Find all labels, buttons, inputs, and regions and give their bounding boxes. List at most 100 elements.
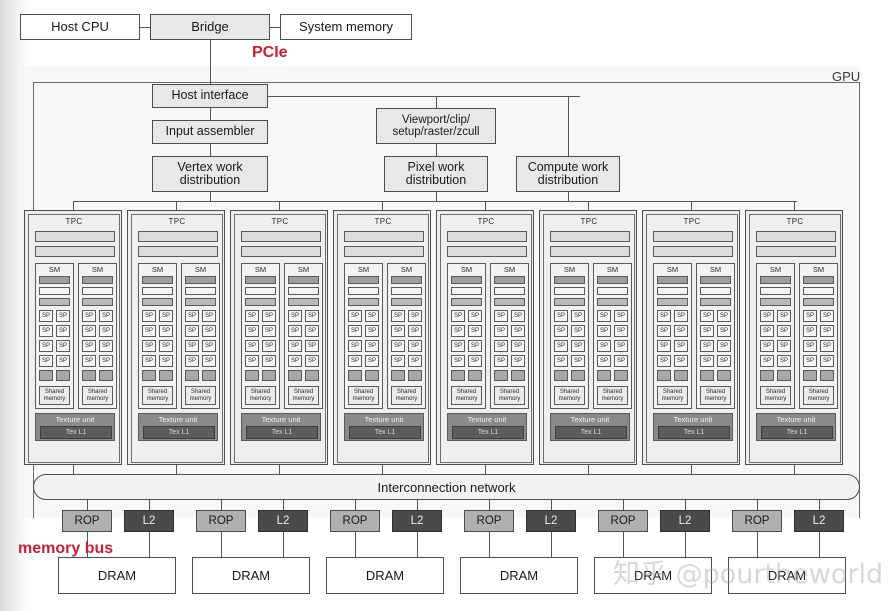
connector-rop-dram (623, 532, 624, 557)
sm-register-file (348, 298, 379, 306)
tex-l1-cache: Tex L1 (143, 426, 215, 439)
sm-instruction-unit (657, 276, 688, 284)
sp-core: SP (468, 355, 482, 367)
tpc-bar (344, 246, 424, 257)
sm-block: SM SP SP SP SP SP SP SP SP Shared memory (284, 263, 323, 409)
dram-block: DRAM (58, 557, 176, 594)
l2-cache: L2 (794, 510, 844, 532)
sfu-unit (185, 370, 199, 381)
dram-block: DRAM (326, 557, 444, 594)
connector-icn-l2 (417, 500, 418, 510)
sp-core: SP (657, 340, 671, 352)
sfu-unit (717, 370, 731, 381)
texture-unit: Texture unit Tex L1 (550, 413, 630, 441)
sfu-unit (657, 370, 671, 381)
sfu-unit (700, 370, 714, 381)
shared-memory: Shared memory (391, 386, 422, 405)
sp-core: SP (803, 340, 817, 352)
sp-core: SP (202, 325, 216, 337)
tpc-block: TPC SM SP SP SP SP SP SP SP SP Shared memory SM SP SP… (436, 210, 534, 465)
dram-block: DRAM (192, 557, 310, 594)
sp-core: SP (494, 325, 508, 337)
shared-memory: Shared memory (288, 386, 319, 405)
sm-control-unit (39, 287, 70, 295)
sp-core: SP (717, 340, 731, 352)
connector-l2-dram (551, 532, 552, 557)
tpc-bar (241, 246, 321, 257)
shared-memory: Shared memory (39, 386, 70, 405)
sp-core: SP (262, 310, 276, 322)
sp-core: SP (245, 340, 259, 352)
sp-core: SP (262, 355, 276, 367)
sp-core: SP (391, 310, 405, 322)
vertex-work-distribution-box: Vertex work distribution (152, 156, 268, 192)
gpu-label: GPU (832, 69, 861, 84)
sm-label: SM (91, 265, 104, 274)
sm-register-file (451, 298, 482, 306)
sm-control-unit (82, 287, 113, 295)
sfu-unit (365, 370, 379, 381)
sp-core: SP (820, 310, 834, 322)
sfu-unit (262, 370, 276, 381)
tex-l1-cache: Tex L1 (40, 426, 112, 439)
l2-cache: L2 (392, 510, 442, 532)
sp-core: SP (468, 310, 482, 322)
sm-block: SM SP SP SP SP SP SP SP SP Shared memory (550, 263, 589, 409)
connector-icn-rop (221, 500, 222, 510)
sm-control-unit (391, 287, 422, 295)
sp-core: SP (777, 340, 791, 352)
sfu-unit (245, 370, 259, 381)
sfu-unit (348, 370, 362, 381)
sm-instruction-unit (82, 276, 113, 284)
texture-unit: Texture unit Tex L1 (138, 413, 218, 441)
rop-unit: ROP (732, 510, 782, 532)
sp-core: SP (159, 355, 173, 367)
connector-rop-dram (221, 532, 222, 557)
sm-control-unit (554, 287, 585, 295)
interconnection-network: Interconnection network (33, 474, 860, 500)
sp-core: SP (614, 340, 628, 352)
tpc-inner: TPC SM SP SP SP SP SP SP SP SP Shared memory SM SP SP… (131, 214, 223, 463)
sp-core: SP (39, 310, 53, 322)
dram-block: DRAM (728, 557, 846, 594)
dram-block: DRAM (594, 557, 712, 594)
sp-core: SP (365, 310, 379, 322)
sp-core: SP (674, 340, 688, 352)
sm-instruction-unit (39, 276, 70, 284)
sp-core: SP (305, 310, 319, 322)
sp-core: SP (99, 340, 113, 352)
sp-core: SP (82, 340, 96, 352)
sm-label: SM (48, 265, 61, 274)
sfu-unit (468, 370, 482, 381)
connector-bridge-sysmem (270, 27, 280, 28)
tpc-label: TPC (374, 217, 392, 226)
connector-tpc-icn (485, 465, 486, 474)
sp-core: SP (288, 325, 302, 337)
sm-instruction-unit (554, 276, 585, 284)
sm-control-unit (348, 287, 379, 295)
sp-core: SP (262, 340, 276, 352)
sp-core: SP (185, 340, 199, 352)
sm-control-unit (760, 287, 791, 295)
sp-core: SP (99, 310, 113, 322)
connector-icn-l2 (149, 500, 150, 510)
sp-core: SP (674, 325, 688, 337)
tpc-label: TPC (786, 217, 804, 226)
sfu-unit (451, 370, 465, 381)
connector-bus-tpc (588, 201, 589, 210)
sp-core: SP (391, 355, 405, 367)
bridge-box: Bridge (150, 14, 270, 40)
texture-unit-label: Texture unit (467, 415, 507, 424)
sp-core: SP (700, 310, 714, 322)
sp-core: SP (348, 355, 362, 367)
sfu-unit (554, 370, 568, 381)
sm-register-file (288, 298, 319, 306)
sp-core: SP (408, 340, 422, 352)
sp-core: SP (56, 355, 70, 367)
shared-memory: Shared memory (451, 386, 482, 405)
sfu-unit (305, 370, 319, 381)
tpc-bar (241, 231, 321, 242)
connector-tpc-icn (382, 465, 383, 474)
sp-core: SP (571, 325, 585, 337)
connector-bus-tpc (691, 201, 692, 210)
